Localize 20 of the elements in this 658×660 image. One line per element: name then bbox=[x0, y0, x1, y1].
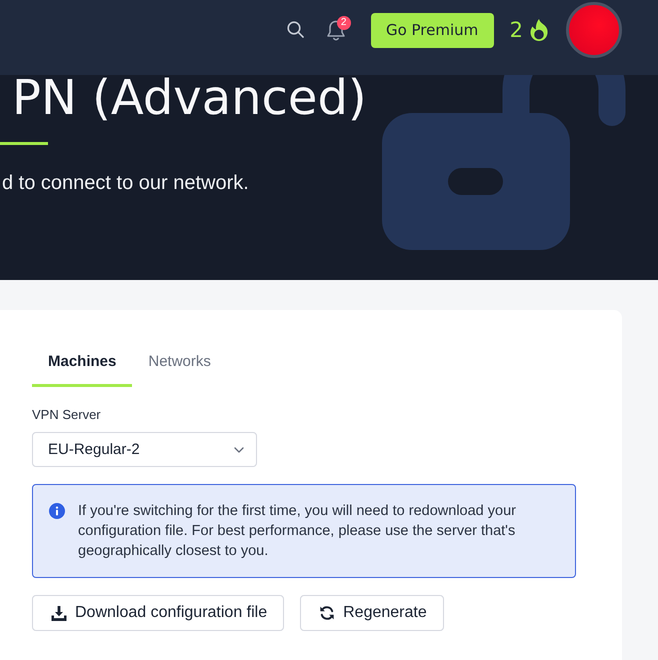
flame-icon bbox=[529, 18, 549, 42]
download-button[interactable]: Download configuration file bbox=[32, 595, 284, 631]
tab[interactable]: Machines bbox=[32, 339, 132, 387]
info-icon bbox=[49, 503, 65, 519]
title-underline bbox=[0, 142, 48, 145]
bell-icon[interactable] bbox=[326, 18, 346, 42]
page-subtitle: d to connect to our network. bbox=[2, 171, 250, 196]
field-label: VPN Server bbox=[32, 407, 102, 423]
tab[interactable]: Networks bbox=[132, 339, 227, 387]
refresh-icon bbox=[319, 605, 336, 621]
download-icon bbox=[51, 605, 67, 621]
search-icon[interactable] bbox=[286, 20, 304, 38]
alert-message: If you're switching for the first time, you will need to redownload your configuration file. For best performance, please use the server that's geographically closest to you. bbox=[78, 502, 517, 561]
streak-count: 2 bbox=[510, 18, 523, 42]
chevron-down-icon bbox=[234, 446, 244, 452]
go-premium-button[interactable]: Go Premium bbox=[370, 12, 494, 48]
regenerate-button[interactable]: Regenerate bbox=[300, 595, 444, 631]
notification-badge: 2 bbox=[336, 16, 351, 30]
page-title: PN (Advanced) bbox=[12, 75, 368, 121]
server-select[interactable]: EU-Regular-2 bbox=[32, 432, 257, 467]
